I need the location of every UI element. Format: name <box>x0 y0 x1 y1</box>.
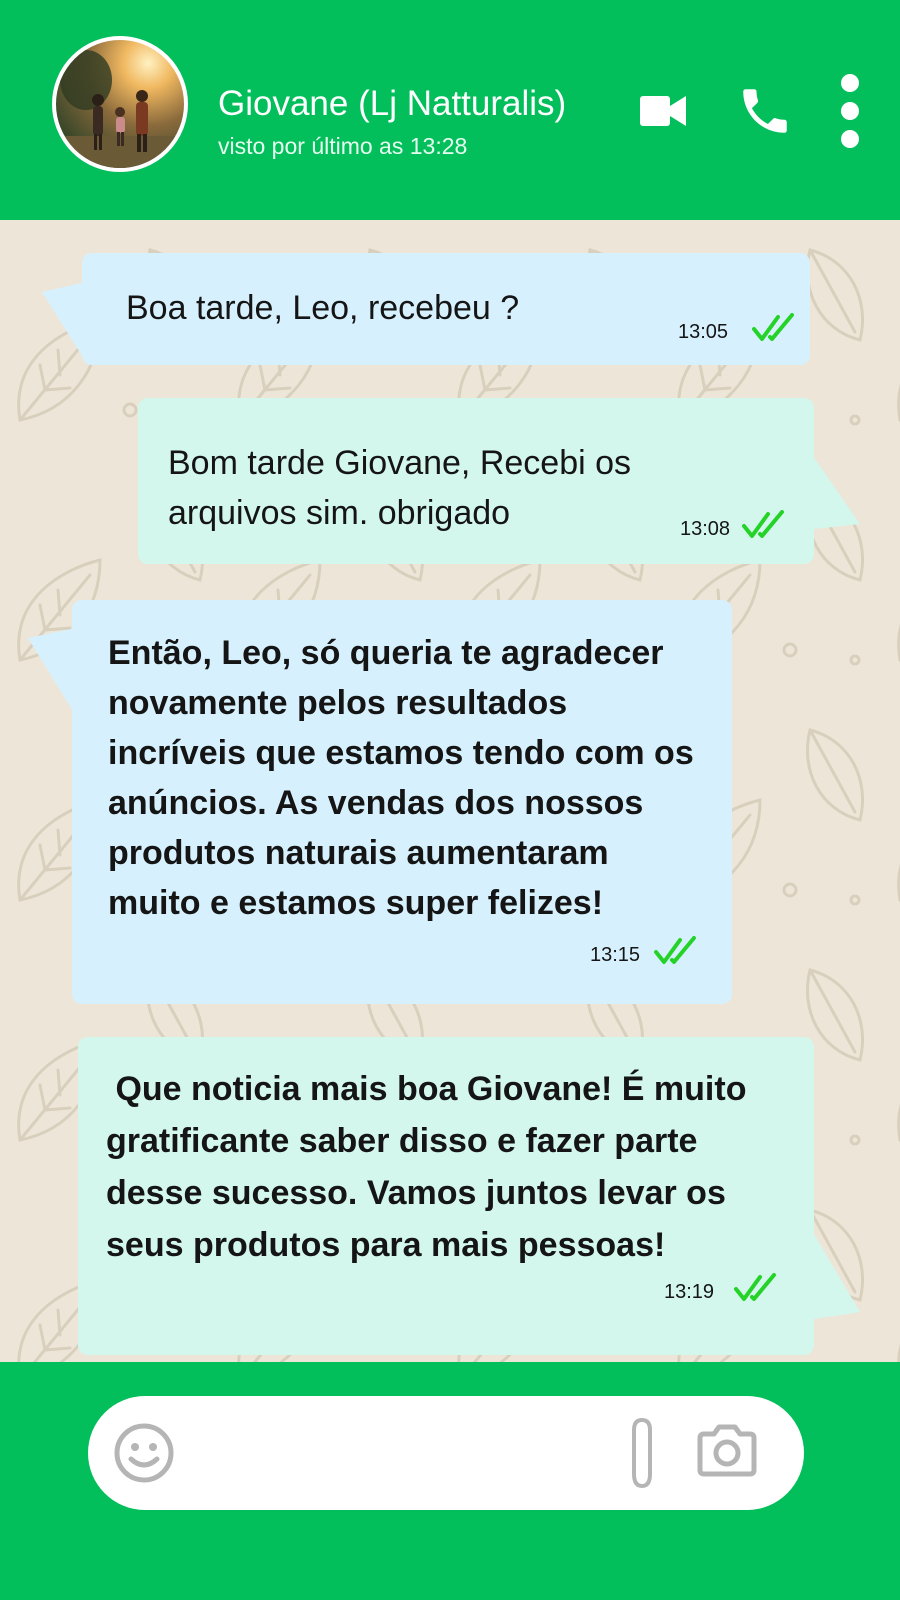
message-text: Boa tarde, Leo, recebeu ? <box>126 289 520 327</box>
more-options-icon[interactable] <box>838 72 862 150</box>
message-time: 13:19 <box>664 1281 715 1303</box>
chat-header: Giovane (Lj Natturalis) visto por último… <box>0 0 900 220</box>
message-text: Bom tarde Giovane, Recebi os arquivos si… <box>168 444 632 532</box>
message-time: 13:08 <box>680 518 731 540</box>
message-bubble-incoming[interactable]: Boa tarde, Leo, recebeu ? 13:05 <box>82 253 810 365</box>
message-bubble-incoming[interactable]: Então, Leo, só queria te agradecer novam… <box>72 600 732 1004</box>
bubble-tail <box>806 446 860 530</box>
bubble-tail <box>808 1224 860 1320</box>
attachment-icon[interactable] <box>624 1416 660 1492</box>
video-call-icon[interactable] <box>640 94 688 128</box>
bubble-tail <box>28 628 76 716</box>
message-bubble-outgoing[interactable]: Que noticia mais boa Giovane! É muito gr… <box>78 1037 814 1355</box>
read-receipt-icon <box>734 1273 776 1301</box>
read-receipt-icon <box>742 510 784 538</box>
composer-bar <box>0 1362 900 1600</box>
message-text: Então, Leo, só queria te agradecer novam… <box>108 634 694 922</box>
message-time: 13:15 <box>590 944 641 966</box>
contact-avatar[interactable] <box>52 36 188 172</box>
message-composer[interactable] <box>88 1396 804 1510</box>
contact-photo-icon <box>56 50 184 168</box>
message-text: Que noticia mais boa Giovane! É muito gr… <box>106 1070 756 1264</box>
read-receipt-icon <box>654 936 696 964</box>
read-receipt-icon <box>752 313 794 341</box>
chat-area[interactable]: Boa tarde, Leo, recebeu ? 13:05 Bom tard… <box>0 220 900 1362</box>
message-bubble-outgoing[interactable]: Bom tarde Giovane, Recebi os arquivos si… <box>138 398 814 564</box>
camera-icon[interactable] <box>696 1424 758 1478</box>
last-seen-status: visto por último as 13:28 <box>218 133 468 159</box>
message-time: 13:05 <box>678 321 729 343</box>
emoji-icon[interactable] <box>114 1423 174 1483</box>
voice-call-icon[interactable] <box>736 82 794 140</box>
contact-name[interactable]: Giovane (Lj Natturalis) <box>218 84 566 124</box>
message-input[interactable] <box>198 1426 602 1482</box>
